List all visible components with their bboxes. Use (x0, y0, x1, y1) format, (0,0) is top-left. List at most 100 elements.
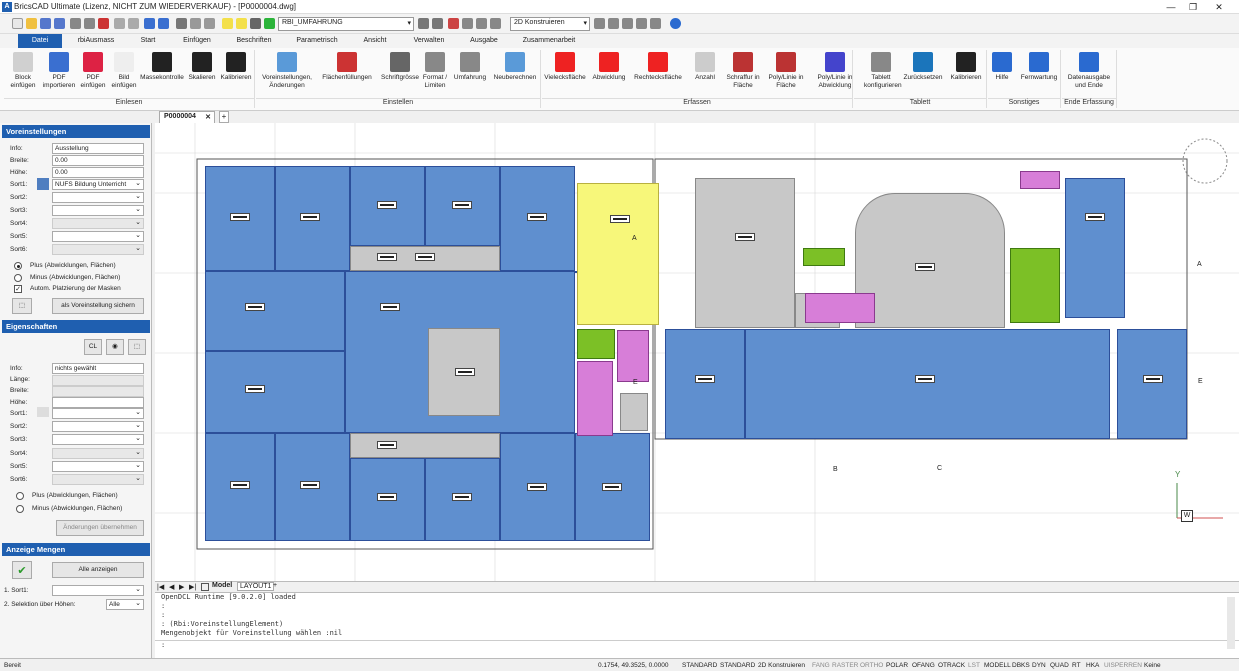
room-corridor[interactable] (350, 433, 500, 458)
show-all-button[interactable]: Alle anzeigen (52, 562, 144, 578)
ws-tool-icon[interactable] (594, 18, 605, 29)
anz-sort1-select[interactable]: ⌄ (52, 585, 144, 596)
cmd-input[interactable]: : (155, 640, 1239, 650)
hoehe-field[interactable]: 0.00 (52, 167, 144, 178)
room-tag[interactable] (1143, 375, 1163, 383)
status-toggle-dyn[interactable]: DYN (1032, 661, 1046, 670)
props-sort3-select[interactable]: ⌄ (52, 434, 144, 445)
status-toggle-standard[interactable]: STANDARD (682, 661, 717, 670)
ribbon-button-remote[interactable]: Fernwartung (1018, 52, 1060, 82)
props-sort1-select[interactable]: ⌄ (52, 408, 144, 419)
tool2-icon[interactable] (462, 18, 473, 29)
command-line[interactable]: OpenDCL Runtime [9.0.2.0] loaded : : : (… (155, 592, 1239, 658)
props-minus-radio[interactable] (16, 505, 24, 513)
save-icon[interactable] (40, 18, 51, 29)
props-sort2-select[interactable]: ⌄ (52, 421, 144, 432)
room-blue[interactable] (205, 351, 345, 433)
ribbon-button-refresh[interactable]: Neuberechnen (490, 52, 540, 82)
status-toggle-polar[interactable]: POLAR (886, 661, 908, 670)
undo-icon[interactable] (144, 18, 155, 29)
ribbon-button-scale[interactable]: Skalieren (188, 52, 216, 82)
tab-verwalten[interactable]: Verwalten (406, 34, 452, 48)
breite-field[interactable]: 0.00 (52, 155, 144, 166)
room-tag[interactable] (230, 481, 250, 489)
room-tag[interactable] (245, 385, 265, 393)
room-tag[interactable] (380, 303, 400, 311)
minimize-button[interactable]: — (1160, 0, 1182, 14)
maximize-button[interactable]: ❐ (1182, 0, 1204, 14)
room-grey[interactable] (855, 193, 1005, 328)
room-tag[interactable] (377, 201, 397, 209)
ribbon-button-format[interactable]: Format / Limiten (420, 52, 450, 89)
cmd-scrollbar[interactable] (1227, 597, 1235, 649)
layer-color-icon[interactable] (264, 18, 275, 29)
save-preset-button[interactable]: als Voreinstellung sichern (52, 298, 144, 314)
status-toggle-ortho[interactable]: ORTHO (860, 661, 883, 670)
room-blue[interactable] (1065, 178, 1125, 318)
autom-checkbox[interactable]: ✓ (14, 285, 22, 293)
new-tab-button[interactable]: + (219, 111, 229, 123)
tab-ausgabe[interactable]: Ausgabe (462, 34, 506, 48)
status-toggle-otrack[interactable]: OTRACK (938, 661, 965, 670)
cut-icon[interactable] (114, 18, 125, 29)
props-sort4-select[interactable]: ⌄ (52, 448, 144, 459)
room-tag[interactable] (415, 253, 435, 261)
sort2-select[interactable]: ⌄ (52, 192, 144, 203)
room-tag[interactable] (527, 213, 547, 221)
tab-zusammenarbeit[interactable]: Zusammenarbeit (516, 34, 582, 48)
room-green[interactable] (1010, 248, 1060, 323)
ribbon-button-calibrate[interactable]: Kalibrieren (946, 52, 986, 82)
props-info-field[interactable]: nichts gewählt (52, 363, 144, 374)
room-tag[interactable] (695, 375, 715, 383)
ws-tool2-icon[interactable] (608, 18, 619, 29)
status-toggle-quad[interactable]: QUAD (1050, 661, 1069, 670)
next-tab-icon[interactable]: ▶ (179, 583, 184, 591)
room-tag[interactable] (300, 213, 320, 221)
sort5-select[interactable]: ⌄ (52, 231, 144, 242)
layer-tool-icon[interactable] (418, 18, 429, 29)
tab-start[interactable]: Start (130, 34, 166, 48)
room-blue[interactable] (745, 329, 1110, 439)
tab-datei[interactable]: Datei (18, 34, 62, 48)
room-tag[interactable] (377, 493, 397, 501)
sort4-select[interactable]: ⌄ (52, 218, 144, 229)
room-purple[interactable] (577, 361, 613, 436)
room-tag[interactable] (1085, 213, 1105, 221)
doc-tab-p0000004[interactable]: P0000004 ✕ (159, 111, 215, 123)
tab-einfuegen[interactable]: Einfügen (172, 34, 222, 48)
tab-rbiausmass[interactable]: rbiAusmass (68, 34, 124, 48)
drawing-canvas[interactable]: A A B C E E Y W (155, 123, 1239, 581)
ribbon-button-hatch[interactable]: Flächenfüllungen (318, 52, 376, 82)
status-toggle-uisperren[interactable]: UISPERREN (1104, 661, 1142, 670)
room-grey[interactable] (620, 393, 648, 431)
status-toggle-hka[interactable]: HKA (1086, 661, 1099, 670)
sort1-select[interactable]: NUFS Bildung Unterricht ⌄ (52, 179, 144, 190)
room-purple[interactable] (805, 293, 875, 323)
status-toggle-ofang[interactable]: OFANG (912, 661, 935, 670)
room-purple[interactable] (617, 330, 649, 382)
room-tag[interactable] (735, 233, 755, 241)
ribbon-button-unfold[interactable]: Abwicklung (590, 52, 628, 82)
ws-tool5-icon[interactable] (650, 18, 661, 29)
ribbon-button-gear[interactable]: Voreinstellungen, Änderungen (258, 52, 316, 89)
room-tag[interactable] (230, 213, 250, 221)
ribbon-button-help[interactable]: Hilfe (990, 52, 1014, 82)
print-preview-icon[interactable] (84, 18, 95, 29)
help-icon[interactable] (670, 18, 681, 29)
add-layout-icon[interactable]: + (273, 582, 277, 589)
props-laenge-field[interactable] (52, 375, 144, 386)
props-sort6-select[interactable]: ⌄ (52, 474, 144, 485)
props-lamp-button[interactable]: ◉ (106, 339, 124, 355)
last-tab-icon[interactable]: ▶| (189, 583, 196, 591)
properties-icon[interactable] (190, 18, 201, 29)
room-tag[interactable] (452, 493, 472, 501)
lightbulb-icon[interactable] (222, 18, 233, 29)
status-toggle-dbks[interactable]: DBKS (1012, 661, 1030, 670)
tab-parametrisch[interactable]: Parametrisch (290, 34, 344, 48)
ribbon-button-image[interactable]: Bild einfügen (110, 52, 138, 89)
room-tag[interactable] (452, 201, 472, 209)
lock-icon[interactable] (250, 18, 261, 29)
minus-radio[interactable] (14, 274, 22, 282)
ribbon-button-rectangle[interactable]: Rechtecksfläche (630, 52, 686, 82)
plus-radio[interactable] (14, 262, 22, 270)
